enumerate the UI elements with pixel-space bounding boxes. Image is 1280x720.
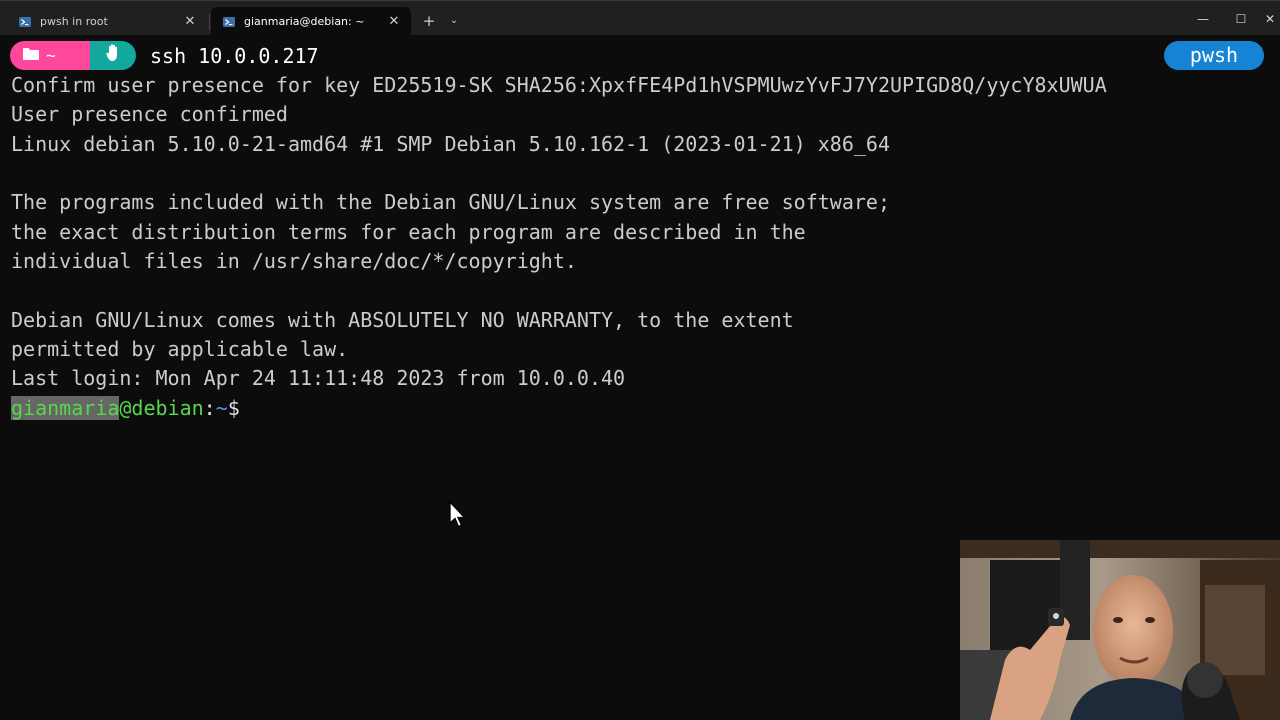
mouse-pointer-icon [448, 500, 468, 530]
minimize-button[interactable]: — [1193, 9, 1213, 29]
shell-badge: pwsh [1164, 41, 1264, 70]
tab-label: pwsh in root [40, 15, 108, 28]
tab-divider [209, 14, 210, 30]
output-line: Debian GNU/Linux comes with ABSOLUTELY N… [11, 308, 794, 332]
output-line: individual files in /usr/share/doc/*/cop… [11, 249, 577, 273]
shell-prompt[interactable]: gianmaria@debian:~$ [11, 395, 240, 421]
prompt-user: gianmaria [11, 396, 120, 420]
prompt-colon: : [203, 396, 216, 420]
close-window-button[interactable]: ✕ [1260, 9, 1280, 29]
output-line: permitted by applicable law. [11, 337, 349, 361]
ssh-command: ssh 10.0.0.217 [150, 43, 319, 68]
webcam-overlay [960, 540, 1280, 720]
chevron-down-icon[interactable]: ⌄ [446, 12, 462, 30]
prompt-bar: ~ ssh 10.0.0.217 [10, 41, 319, 70]
hand-icon [105, 43, 121, 68]
close-icon[interactable]: ✕ [182, 14, 198, 30]
tab-label: gianmaria@debian: ~ [244, 15, 365, 28]
tab-pwsh-in-root[interactable]: pwsh in root ✕ [7, 7, 207, 36]
close-icon[interactable]: ✕ [386, 14, 402, 30]
path-segment: ~ [10, 41, 92, 70]
output-line: Linux debian 5.10.0-21-amd64 #1 SMP Debi… [11, 132, 890, 156]
output-line: Last login: Mon Apr 24 11:11:48 2023 fro… [11, 366, 626, 390]
maximize-button[interactable]: ☐ [1231, 9, 1251, 29]
tab-gianmaria-debian[interactable]: gianmaria@debian: ~ ✕ [211, 7, 411, 36]
path-tilde: ~ [46, 46, 56, 65]
title-bar: pwsh in root ✕ gianmaria@debian: ~ ✕ + ⌄… [0, 0, 1280, 36]
prompt-cwd: ~ [215, 396, 228, 420]
prompt-host: @debian [119, 396, 204, 420]
git-segment [90, 41, 136, 70]
folder-icon [22, 46, 40, 65]
output-line: User presence confirmed [11, 102, 288, 126]
output-line: The programs included with the Debian GN… [11, 190, 890, 214]
powershell-icon [223, 16, 235, 27]
output-line: Confirm user presence for key ED25519-SK… [11, 73, 1107, 97]
prompt-dollar: $ [227, 396, 240, 420]
terminal-window: pwsh in root ✕ gianmaria@debian: ~ ✕ + ⌄… [0, 0, 1280, 720]
new-tab-button[interactable]: + [420, 12, 438, 30]
output-line: the exact distribution terms for each pr… [11, 220, 806, 244]
powershell-icon [19, 16, 31, 27]
